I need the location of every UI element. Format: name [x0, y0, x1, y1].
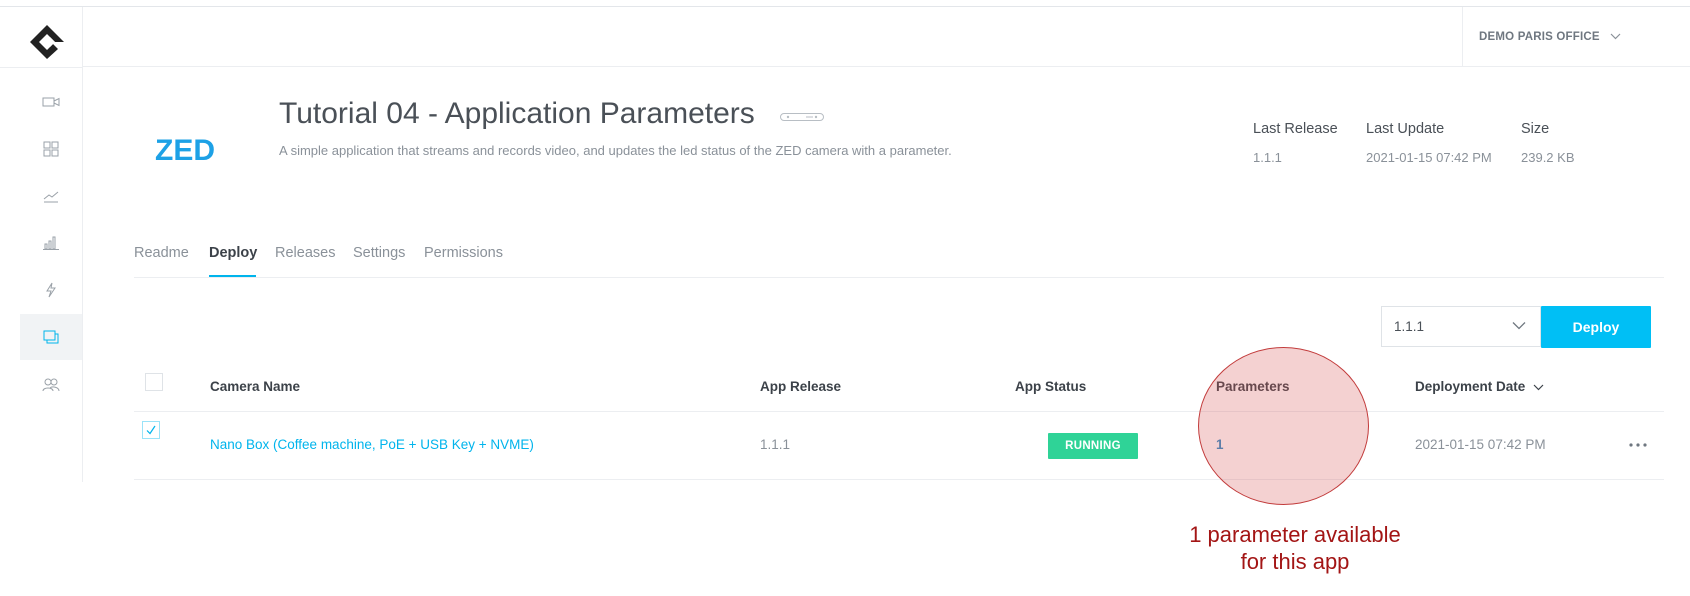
deployment-date-value: 2021-01-15 07:42 PM [1415, 437, 1546, 452]
zed-logo: ZED [155, 135, 215, 163]
sidebar-item-cameras[interactable] [20, 79, 82, 125]
sidebar-item-dashboard[interactable] [20, 126, 82, 172]
app-release-value: 1.1.1 [760, 437, 791, 452]
sidebar-divider [0, 67, 82, 68]
size-meta: Size 239.2 KB [1521, 121, 1575, 165]
camera-name-link[interactable]: Nano Box (Coffee machine, PoE + USB Key … [210, 437, 534, 452]
annotation-text: 1 parameter available for this app [1150, 521, 1440, 575]
sidebar-item-apps[interactable] [20, 314, 82, 360]
deploy-button[interactable]: Deploy [1541, 306, 1651, 348]
version-select-value: 1.1.1 [1394, 319, 1425, 334]
bar-chart-icon [43, 236, 59, 250]
sidebar-item-analytics[interactable] [20, 173, 82, 219]
app-logo-icon[interactable] [28, 23, 66, 61]
checkmark-icon [146, 425, 156, 435]
sort-chevron-down-icon[interactable] [1533, 384, 1544, 391]
table-header-divider [134, 411, 1664, 412]
tab-releases[interactable]: Releases [275, 245, 335, 261]
chevron-down-icon [1512, 322, 1526, 330]
annotation-line-2: for this app [1240, 549, 1350, 574]
column-header-app-status[interactable]: App Status [1015, 379, 1086, 394]
column-header-app-release[interactable]: App Release [760, 379, 841, 394]
tab-settings[interactable]: Settings [353, 245, 405, 261]
tab-permissions[interactable]: Permissions [424, 245, 503, 261]
sidebar [0, 7, 83, 482]
column-header-deployment-date[interactable]: Deployment Date [1415, 379, 1544, 394]
sidebar-item-users[interactable] [20, 361, 82, 407]
tag-icon [780, 113, 824, 121]
users-icon [42, 378, 60, 392]
last-update-label: Last Update [1366, 121, 1445, 137]
last-release-meta: Last Release 1.1.1 [1253, 121, 1338, 165]
page-title: Tutorial 04 - Application Parameters [279, 97, 755, 130]
highlight-circle [1198, 347, 1369, 505]
video-camera-icon [42, 97, 60, 107]
organization-name: DEMO PARIS OFFICE [1479, 30, 1600, 43]
table-row-divider [134, 479, 1664, 480]
grid-icon [43, 141, 59, 157]
trend-line-icon [43, 191, 59, 203]
tab-deploy[interactable]: Deploy [209, 245, 257, 261]
apps-icon [43, 330, 59, 344]
sidebar-item-events[interactable] [20, 267, 82, 313]
annotation-line-1: 1 parameter available [1189, 522, 1401, 547]
top-border [0, 0, 1690, 7]
tab-bar: Readme Deploy Releases Settings Permissi… [134, 228, 1664, 278]
active-tab-indicator [209, 275, 256, 277]
last-release-label: Last Release [1253, 121, 1338, 137]
status-badge: RUNNING [1048, 433, 1138, 459]
size-label: Size [1521, 121, 1550, 137]
organization-selector[interactable]: DEMO PARIS OFFICE [1462, 7, 1690, 66]
more-options-icon[interactable] [1629, 443, 1647, 447]
last-update-value: 2021-01-15 07:42 PM [1366, 150, 1492, 165]
row-checkbox[interactable] [142, 421, 160, 439]
last-update-meta: Last Update 2021-01-15 07:42 PM [1366, 121, 1492, 165]
svg-text:ZED: ZED [155, 135, 215, 163]
version-select[interactable]: 1.1.1 [1381, 306, 1541, 347]
column-header-deployment-date-label: Deployment Date [1415, 379, 1526, 394]
size-value: 239.2 KB [1521, 150, 1575, 165]
top-header: DEMO PARIS OFFICE [83, 7, 1690, 67]
app-description: A simple application that streams and re… [279, 143, 952, 158]
bolt-icon [46, 282, 56, 298]
chevron-down-icon [1610, 33, 1621, 40]
select-all-checkbox[interactable] [145, 373, 163, 391]
tab-readme[interactable]: Readme [134, 245, 189, 261]
sidebar-item-statistics[interactable] [20, 220, 82, 266]
last-release-value: 1.1.1 [1253, 150, 1282, 165]
column-header-camera-name[interactable]: Camera Name [210, 379, 300, 394]
